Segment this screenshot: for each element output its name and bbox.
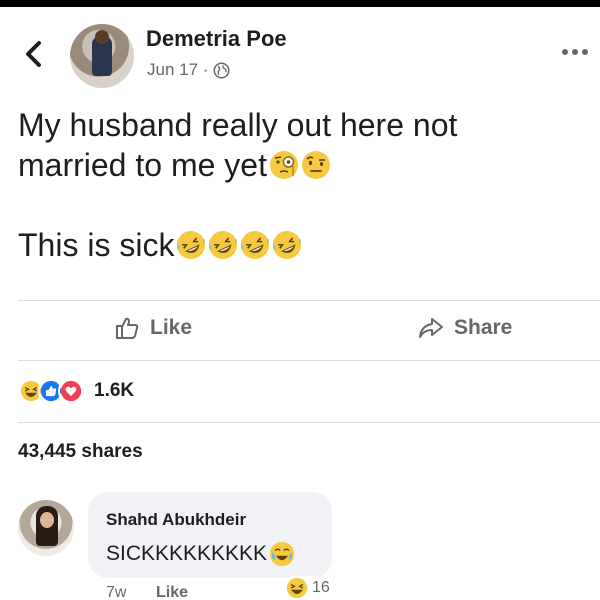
comment-bubble: Shahd Abukhdeir SICKKKKKKKKK — [88, 492, 332, 578]
comment-reaction-count: 16 — [312, 579, 330, 596]
post-body: My husband really out here not married t… — [18, 105, 588, 265]
post-meta: Jun 17 · — [147, 60, 230, 80]
rofl-emoji — [177, 231, 206, 259]
crying-laughing-emoji — [269, 541, 295, 567]
comment-text: SICKKKKKKKKK — [106, 541, 295, 567]
action-bar: Like Share — [0, 300, 600, 360]
post-line: married to me yet — [18, 145, 588, 185]
author-avatar[interactable] — [70, 24, 134, 88]
love-react-icon — [58, 378, 84, 404]
monocle-face-emoji — [269, 151, 298, 179]
commenter-name[interactable]: Shahd Abukhdeir — [106, 510, 246, 530]
like-label: Like — [150, 316, 193, 339]
reaction-count: 1.6K — [94, 380, 135, 401]
like-button[interactable]: Like — [114, 315, 192, 341]
commenter-avatar[interactable] — [18, 500, 74, 556]
dot-icon — [582, 49, 588, 55]
divider — [18, 422, 600, 423]
haha-react-icon — [286, 577, 308, 599]
post-header: Demetria Poe Jun 17 · — [0, 7, 600, 97]
top-edge-bar — [0, 0, 600, 7]
dot-icon — [562, 49, 568, 55]
thumbs-up-icon — [116, 317, 139, 339]
comment-text-content: SICKKKKKKKKK — [106, 542, 268, 565]
divider — [18, 360, 600, 361]
comment-reactions[interactable]: 16 — [282, 576, 334, 600]
rofl-emoji — [209, 231, 238, 259]
comment-time[interactable]: 7w — [106, 584, 126, 600]
dot-icon — [572, 49, 578, 55]
chevron-left-icon — [26, 41, 41, 67]
share-count[interactable]: 43,445 shares — [18, 441, 143, 463]
post-text-line: This is sick — [18, 227, 175, 263]
reactions-summary[interactable]: 1.6K — [18, 376, 134, 406]
globe-icon — [213, 62, 230, 78]
comment: Shahd Abukhdeir SICKKKKKKKKK 16 7w Like — [0, 490, 600, 600]
share-arrow-icon — [419, 318, 443, 338]
back-button[interactable] — [20, 37, 50, 71]
post-line: This is sick — [18, 225, 588, 265]
post-date[interactable]: Jun 17 · — [147, 60, 208, 80]
rofl-emoji — [241, 231, 270, 259]
share-button[interactable]: Share — [418, 315, 512, 341]
more-options-button[interactable] — [562, 45, 596, 59]
comment-like-button[interactable]: Like — [156, 584, 188, 600]
post-text-line: My husband really out here not — [18, 107, 458, 143]
post-text-line: married to me yet — [18, 147, 267, 183]
post-line: My husband really out here not — [18, 105, 588, 145]
share-label: Share — [454, 316, 513, 339]
raised-eyebrow-emoji — [301, 151, 330, 179]
author-name[interactable]: Demetria Poe — [146, 26, 287, 52]
rofl-emoji — [273, 231, 302, 259]
